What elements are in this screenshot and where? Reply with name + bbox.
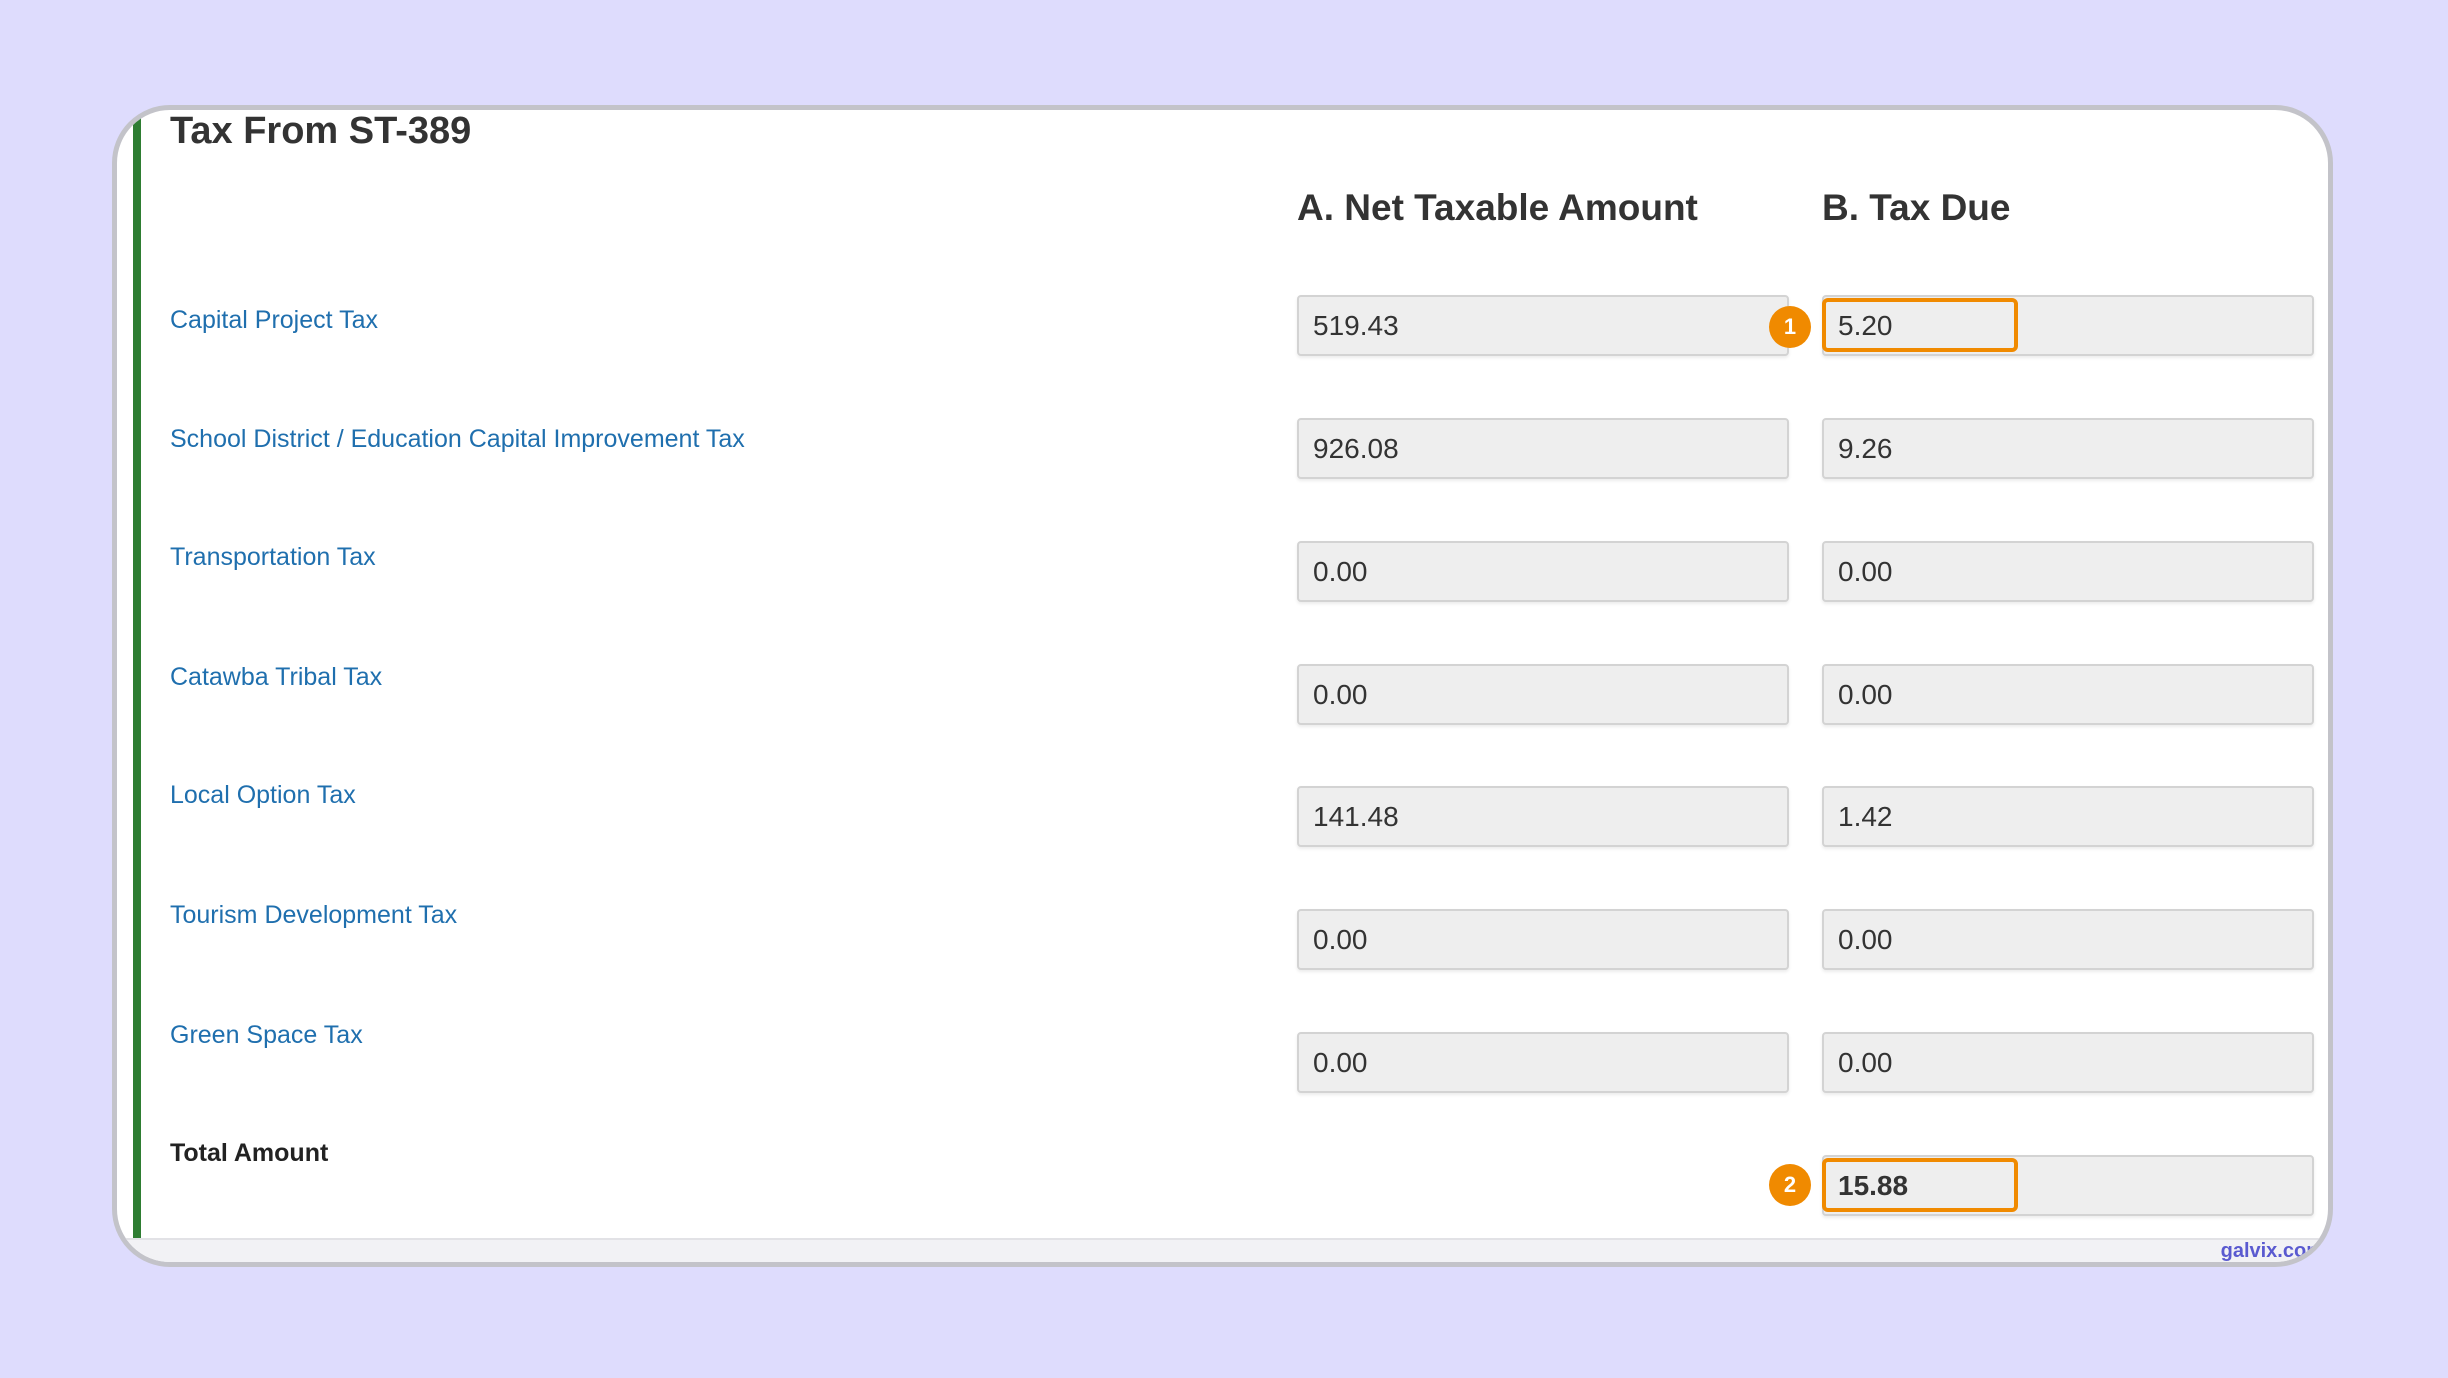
tax-due-field-green-space[interactable]: 0.00 bbox=[1822, 1032, 2314, 1093]
total-tax-due-field[interactable]: 15.88 bbox=[1822, 1155, 2314, 1216]
footer-strip bbox=[117, 1238, 2328, 1262]
step-1-badge: 1 bbox=[1769, 306, 1811, 348]
tax-due-field-catawba[interactable]: 0.00 bbox=[1822, 664, 2314, 725]
net-taxable-field-tourism[interactable]: 0.00 bbox=[1297, 909, 1789, 970]
tax-due-field-tourism[interactable]: 0.00 bbox=[1822, 909, 2314, 970]
row-label-catawba-tribal-tax[interactable]: Catawba Tribal Tax bbox=[170, 663, 382, 692]
net-taxable-field-catawba[interactable]: 0.00 bbox=[1297, 664, 1789, 725]
column-header-tax-due: B. Tax Due bbox=[1822, 187, 2011, 228]
form-title: Tax From ST-389 bbox=[170, 110, 472, 152]
net-taxable-field-transportation[interactable]: 0.00 bbox=[1297, 541, 1789, 602]
row-label-green-space-tax[interactable]: Green Space Tax bbox=[170, 1021, 363, 1050]
net-taxable-field-green-space[interactable]: 0.00 bbox=[1297, 1032, 1789, 1093]
net-taxable-field-local-option[interactable]: 141.48 bbox=[1297, 786, 1789, 847]
row-label-local-option-tax[interactable]: Local Option Tax bbox=[170, 781, 356, 810]
tax-due-field-school-district[interactable]: 9.26 bbox=[1822, 418, 2314, 479]
tax-due-field-capital-project[interactable]: 5.20 bbox=[1822, 295, 2314, 356]
row-label-capital-project-tax[interactable]: Capital Project Tax bbox=[170, 306, 378, 335]
column-header-net-taxable: A. Net Taxable Amount bbox=[1297, 187, 1698, 228]
row-label-transportation-tax[interactable]: Transportation Tax bbox=[170, 543, 376, 572]
net-taxable-field-capital-project[interactable]: 519.43 bbox=[1297, 295, 1789, 356]
total-amount-label: Total Amount bbox=[170, 1139, 329, 1167]
row-label-tourism-development-tax[interactable]: Tourism Development Tax bbox=[170, 901, 457, 930]
net-taxable-field-school-district[interactable]: 926.08 bbox=[1297, 418, 1789, 479]
tax-due-field-local-option[interactable]: 1.42 bbox=[1822, 786, 2314, 847]
watermark: galvix.com bbox=[2220, 1240, 2324, 1262]
step-2-badge: 2 bbox=[1769, 1164, 1811, 1206]
tax-due-field-transportation[interactable]: 0.00 bbox=[1822, 541, 2314, 602]
row-label-school-district-tax[interactable]: School District / Education Capital Impr… bbox=[170, 425, 745, 454]
tax-form-card: Tax From ST-389 A. Net Taxable Amount B.… bbox=[112, 105, 2333, 1267]
accent-bar bbox=[133, 110, 141, 1238]
